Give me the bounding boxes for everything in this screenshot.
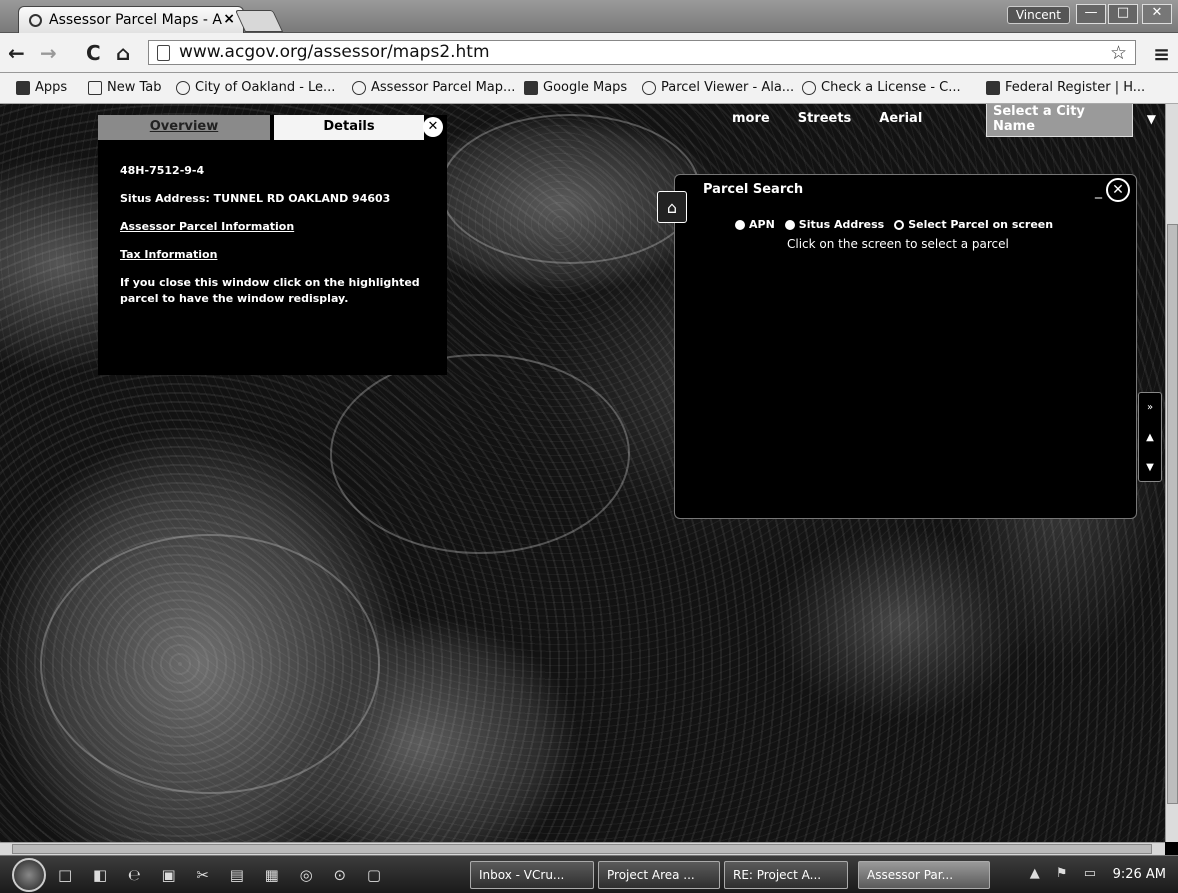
bookmarks-bar: Apps New Tab City of Oakland - Le... Ass… [0, 73, 1178, 104]
reload-button[interactable]: C [86, 41, 101, 65]
radio-apn[interactable]: APN [735, 218, 775, 231]
taskbar-item-inbox[interactable]: Inbox - VCru... [470, 861, 594, 889]
details-body: 48H-7512-9-4 Situs Address: TUNNEL RD OA… [120, 163, 440, 319]
bookmark-star-icon[interactable]: ☆ [1110, 42, 1127, 64]
assessor-parcel-info-link[interactable]: Assessor Parcel Information [120, 219, 440, 235]
apps-grid-icon [16, 80, 30, 95]
bookmark-federal-register[interactable]: Federal Register | H... [986, 80, 1145, 95]
apn-value: 48H-7512-9-4 [120, 164, 205, 177]
tax-information-link[interactable]: Tax Information [120, 247, 440, 263]
pan-up-button[interactable]: ▲ [1139, 423, 1161, 453]
tab-title: Assessor Parcel Maps - A [49, 12, 222, 28]
bookmark-assessor-parcel-map[interactable]: Assessor Parcel Map... [352, 80, 515, 95]
browser-menu-icon[interactable]: ≡ [1153, 42, 1170, 66]
radio-dot-icon [735, 219, 745, 230]
taskbar-item-project-area[interactable]: Project Area ... [598, 861, 720, 889]
bookmark-check-license[interactable]: Check a License - C... [802, 80, 961, 95]
acgov-icon [642, 80, 656, 95]
city-select-dropdown[interactable]: Select a City Name ▼ [986, 104, 1156, 137]
map-ridge [40, 534, 380, 794]
radio-select-parcel[interactable]: Select Parcel on screen [894, 218, 1053, 231]
home-button[interactable]: ⌂ [116, 41, 130, 65]
address-toolbar: ← → C ⌂ www.acgov.org/assessor/maps2.htm… [0, 33, 1178, 73]
address-bar[interactable]: www.acgov.org/assessor/maps2.htm ☆ [148, 40, 1136, 65]
streets-button[interactable]: Streets [784, 108, 866, 129]
browser-tab[interactable]: Assessor Parcel Maps - A × [18, 6, 244, 33]
aerial-button[interactable]: Aerial [865, 108, 936, 129]
parcel-search-panel: ⌂ Parcel Search _ ✕ APN Situs Address Se… [657, 174, 1137, 519]
maps-icon [524, 80, 538, 95]
radio-situs-address[interactable]: Situs Address [784, 218, 884, 231]
taskbar-item-re-project[interactable]: RE: Project A... [724, 861, 848, 889]
parcel-search-title: Parcel Search [703, 182, 804, 197]
scroll-thumb[interactable] [1167, 224, 1178, 804]
expand-panel-button[interactable]: » [1139, 393, 1161, 423]
basemap-toolbar: more Streets Aerial [718, 108, 936, 129]
search-mode-options: APN Situs Address Select Parcel on scree… [735, 218, 1053, 231]
oakland-logo-icon [176, 80, 190, 95]
quick-launch-icons[interactable]: □ ◧ ℮ ▣ ✂ ▤ ▦ ◎ ⊙ ▢ [58, 866, 389, 884]
city-select-label: Select a City Name [986, 104, 1133, 137]
system-tray-icons[interactable]: ▲ ⚑ ▭ [1030, 866, 1102, 881]
tab-details[interactable]: Details [274, 115, 424, 140]
forward-button[interactable]: → [40, 41, 57, 65]
acgov-icon [352, 80, 366, 95]
federal-register-icon [986, 80, 1000, 95]
taskbar-clock[interactable]: 9:26 AM [1113, 867, 1166, 882]
parcel-details-panel: Overview Details ✕ 48H-7512-9-4 Situs Ad… [98, 115, 447, 375]
bookmark-parcel-viewer[interactable]: Parcel Viewer - Ala... [642, 80, 794, 95]
url-text: www.acgov.org/assessor/maps2.htm [179, 42, 490, 62]
page-icon [88, 80, 102, 95]
tab-overview[interactable]: Overview [98, 115, 270, 140]
bookmark-new-tab[interactable]: New Tab [88, 80, 162, 95]
minimize-button[interactable]: — [1076, 4, 1106, 24]
page-icon [157, 45, 170, 61]
pan-down-button[interactable]: ▼ [1139, 453, 1161, 483]
vertical-scrollbar[interactable] [1165, 104, 1178, 842]
radio-dot-icon [784, 219, 795, 230]
close-window-button[interactable]: ✕ [1142, 4, 1172, 24]
scroll-thumb[interactable] [12, 844, 1152, 854]
redisplay-note: If you close this window click on the hi… [120, 275, 420, 305]
situs-address: Situs Address: TUNNEL RD OAKLAND 94603 [120, 191, 391, 205]
windows-taskbar: □ ◧ ℮ ▣ ✂ ▤ ▦ ◎ ⊙ ▢ Inbox - VCru... Proj… [0, 855, 1178, 893]
tab-close-button[interactable]: × [223, 11, 235, 27]
details-close-button[interactable]: ✕ [423, 117, 443, 137]
details-tab-strip: Overview Details ✕ [98, 115, 447, 140]
map-ridge [440, 114, 700, 264]
bookmark-google-maps[interactable]: Google Maps [524, 80, 627, 95]
parcel-search-hint: Click on the screen to select a parcel [787, 237, 1009, 251]
parcel-minimize-button[interactable]: _ [1095, 183, 1102, 199]
horizontal-scrollbar[interactable] [0, 842, 1165, 855]
radio-selected-icon [894, 219, 905, 230]
bookmark-city-of-oakland[interactable]: City of Oakland - Le... [176, 80, 335, 95]
more-button[interactable]: more [718, 108, 784, 129]
taskbar-item-chrome[interactable]: Assessor Par... [858, 861, 990, 889]
parcel-search-tool-icon[interactable]: ⌂ [657, 191, 687, 223]
bookmark-apps[interactable]: Apps [16, 80, 67, 95]
acgov-favicon-icon [29, 14, 42, 27]
profile-button[interactable]: Vincent [1006, 6, 1070, 24]
map-ridge [330, 354, 630, 554]
chevron-down-icon: ▼ [1146, 112, 1156, 126]
browser-title-bar: Assessor Parcel Maps - A × Vincent — □ ✕ [0, 0, 1178, 33]
parcel-close-button[interactable]: ✕ [1106, 178, 1130, 202]
license-icon [802, 80, 816, 95]
start-button[interactable] [12, 858, 46, 892]
maximize-button[interactable]: □ [1108, 4, 1138, 24]
map-side-controls: » ▲ ▼ [1138, 392, 1162, 482]
back-button[interactable]: ← [8, 41, 25, 65]
